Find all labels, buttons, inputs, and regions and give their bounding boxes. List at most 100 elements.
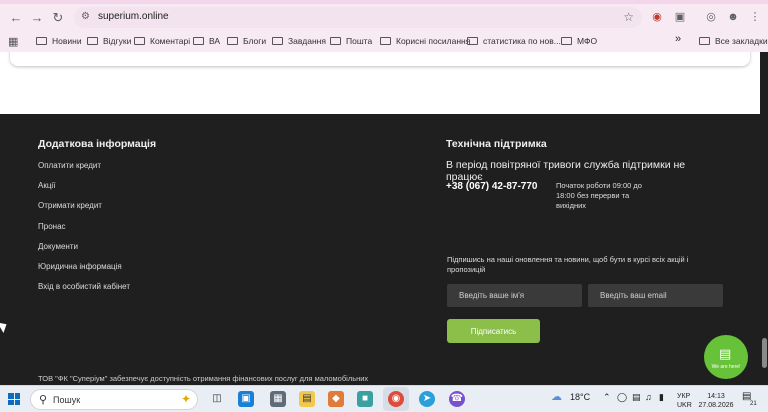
clock[interactable]: 14:13 27.08.2026 xyxy=(697,392,735,410)
bookmark-label: Новини xyxy=(52,36,82,46)
footer-link-promotions[interactable]: Акції xyxy=(38,181,55,190)
lang-indicator[interactable]: УКР UKR xyxy=(677,392,692,410)
content-area xyxy=(0,52,768,114)
chat-label: We are here! xyxy=(711,364,741,370)
folder-icon xyxy=(699,37,710,45)
bookmark-label: статистика по нов... xyxy=(483,36,561,46)
bookmarks-overflow-button[interactable]: » xyxy=(675,33,681,47)
subscribe-button[interactable]: Підписатись xyxy=(447,319,540,343)
tray-chevron-icon[interactable]: ⌃ xyxy=(603,392,611,403)
store-icon[interactable]: ▣ xyxy=(238,391,254,407)
email-input[interactable] xyxy=(588,284,723,307)
windows-start-icon[interactable] xyxy=(8,393,20,405)
lang-top: УКР xyxy=(677,393,691,400)
folder-icon xyxy=(227,37,238,45)
bookmark-label: Коментарі xyxy=(150,36,191,46)
reload-icon[interactable]: ↻ xyxy=(50,10,66,26)
bookmark-folder[interactable]: Завдання xyxy=(272,35,326,49)
bookmark-label: Блоги xyxy=(243,36,267,46)
browser-chrome: ← → ↻ ⚙ superium.online ☆ ◉ ▣ ◎ ☻ ⋮ ▦ Но… xyxy=(0,0,768,52)
bookmark-folder[interactable]: Пошта xyxy=(330,35,372,49)
bookmark-folder[interactable]: Новини xyxy=(36,35,82,49)
address-bar[interactable]: ⚙ superium.online ☆ xyxy=(74,7,642,28)
chat-bubble-icon: ▤ xyxy=(719,346,732,361)
app-icon[interactable]: ■ xyxy=(357,391,373,407)
folder-icon xyxy=(561,37,572,45)
bookmark-folder[interactable]: МФО xyxy=(561,35,597,49)
weather-temp[interactable]: 18°C xyxy=(570,392,590,402)
copilot-sparkle-icon: ✦ xyxy=(180,392,191,406)
back-icon[interactable]: ← xyxy=(8,10,24,26)
weather-cloud-icon[interactable]: ☁ xyxy=(551,390,562,403)
folder-icon xyxy=(36,37,47,45)
support-heading: Технічна підтримка xyxy=(446,138,547,150)
content-card xyxy=(10,52,750,66)
tray-device-icon[interactable]: ▤ xyxy=(632,392,641,403)
page-viewport: Додаткова інформація Оплатити кредит Акц… xyxy=(0,52,768,385)
folder-icon xyxy=(272,37,283,45)
tab-strip xyxy=(0,0,768,4)
folder-icon xyxy=(87,37,98,45)
profile-icon[interactable]: ☻ xyxy=(726,10,740,24)
taskbar-search[interactable]: ⚲ Пошук ✦ xyxy=(30,389,198,410)
bookmark-star-icon[interactable]: ☆ xyxy=(623,10,634,24)
footer-link-pay-credit[interactable]: Оплатити кредит xyxy=(38,161,101,170)
media-icon[interactable]: ◎ xyxy=(704,10,718,24)
tray-battery-icon[interactable]: ▮ xyxy=(659,392,664,403)
bookmarks-bar: Новини Відгуки Коментарі ВА Блоги Завдан… xyxy=(0,31,768,51)
clock-time: 14:13 xyxy=(707,393,725,400)
support-phone[interactable]: +38 (067) 42-87-770 xyxy=(446,181,537,192)
bookmark-label: Завдання xyxy=(288,36,326,46)
bookmark-label: Все закладки xyxy=(715,36,768,46)
bookmark-label: Корисні посилання xyxy=(396,36,471,46)
name-input[interactable] xyxy=(447,284,582,307)
clock-date: 27.08.2026 xyxy=(698,402,734,409)
telegram-icon[interactable]: ➤ xyxy=(419,391,435,407)
notification-count: 21 xyxy=(750,401,757,407)
tray-volume-icon[interactable]: ♫ xyxy=(645,392,652,402)
chat-widget-button[interactable]: ▤ We are here! xyxy=(704,335,748,379)
page-scrollbar[interactable] xyxy=(760,52,768,385)
footer-link-legal-info[interactable]: Юридична інформація xyxy=(38,262,122,271)
bookmark-folder[interactable]: Відгуки xyxy=(87,35,131,49)
viber-icon[interactable]: ☎ xyxy=(449,391,465,407)
folder-icon xyxy=(380,37,391,45)
task-view-icon[interactable]: ◫ xyxy=(209,391,225,407)
chrome-extension-icon[interactable]: ◉ xyxy=(650,10,664,24)
footer-link-get-credit[interactable]: Отримати кредит xyxy=(38,201,102,210)
folder-icon xyxy=(330,37,341,45)
menu-kebab-icon[interactable]: ⋮ xyxy=(748,10,762,24)
taskbar-search-text: Пошук xyxy=(53,395,81,405)
scrollbar-thumb[interactable] xyxy=(762,338,767,368)
tray-network-icon[interactable]: ◯ xyxy=(617,392,627,403)
office-icon[interactable]: ◆ xyxy=(328,391,344,407)
bookmark-label: Відгуки xyxy=(103,36,132,46)
url-text[interactable]: superium.online xyxy=(98,11,169,22)
file-explorer-icon[interactable]: ▤ xyxy=(299,391,315,407)
bookmark-folder[interactable]: Блоги xyxy=(227,35,266,49)
bookmark-label: МФО xyxy=(577,36,598,46)
site-info-icon[interactable]: ⚙ xyxy=(81,11,93,23)
bookmark-folder[interactable]: статистика по нов... xyxy=(467,35,561,49)
legal-notice: ТОВ "ФК "Суперіум" забезпечує доступніст… xyxy=(38,374,369,385)
bookmark-folder[interactable]: ВА xyxy=(193,35,220,49)
bookmark-folder[interactable]: Коментарі xyxy=(134,35,190,49)
all-bookmarks-folder[interactable]: Все закладки xyxy=(699,35,768,49)
taskbar: ⚲ Пошук ✦ ◫ ▣ ▦ ▤ ◆ ■ ◉ ➤ ☎ ☁ 18°C ⌃ ◯ ▤… xyxy=(0,385,768,412)
bookmark-label: ВА xyxy=(209,36,221,46)
footer-link-login[interactable]: Вхід в особистий кабінет xyxy=(38,282,130,291)
calculator-icon[interactable]: ▦ xyxy=(270,391,286,407)
subscribe-text: Підпишись на наші оновлення та новини, щ… xyxy=(447,255,689,274)
support-notice: В період повітряної тривоги служба підтр… xyxy=(446,159,686,183)
forward-icon[interactable]: → xyxy=(29,10,45,26)
folder-icon xyxy=(134,37,145,45)
bookmark-folder[interactable]: Корисні посилання xyxy=(380,35,470,49)
footer-link-about[interactable]: Пронас xyxy=(38,222,66,231)
extensions-puzzle-icon[interactable]: ▣ xyxy=(673,10,687,24)
folder-icon xyxy=(467,37,478,45)
support-hours: Початок роботи 09:00 до 18:00 без перерв… xyxy=(556,181,642,210)
footer-link-documents[interactable]: Документи xyxy=(38,242,78,251)
bookmark-label: Пошта xyxy=(346,36,373,46)
site-footer xyxy=(0,114,768,385)
chrome-icon[interactable]: ◉ xyxy=(388,391,404,407)
